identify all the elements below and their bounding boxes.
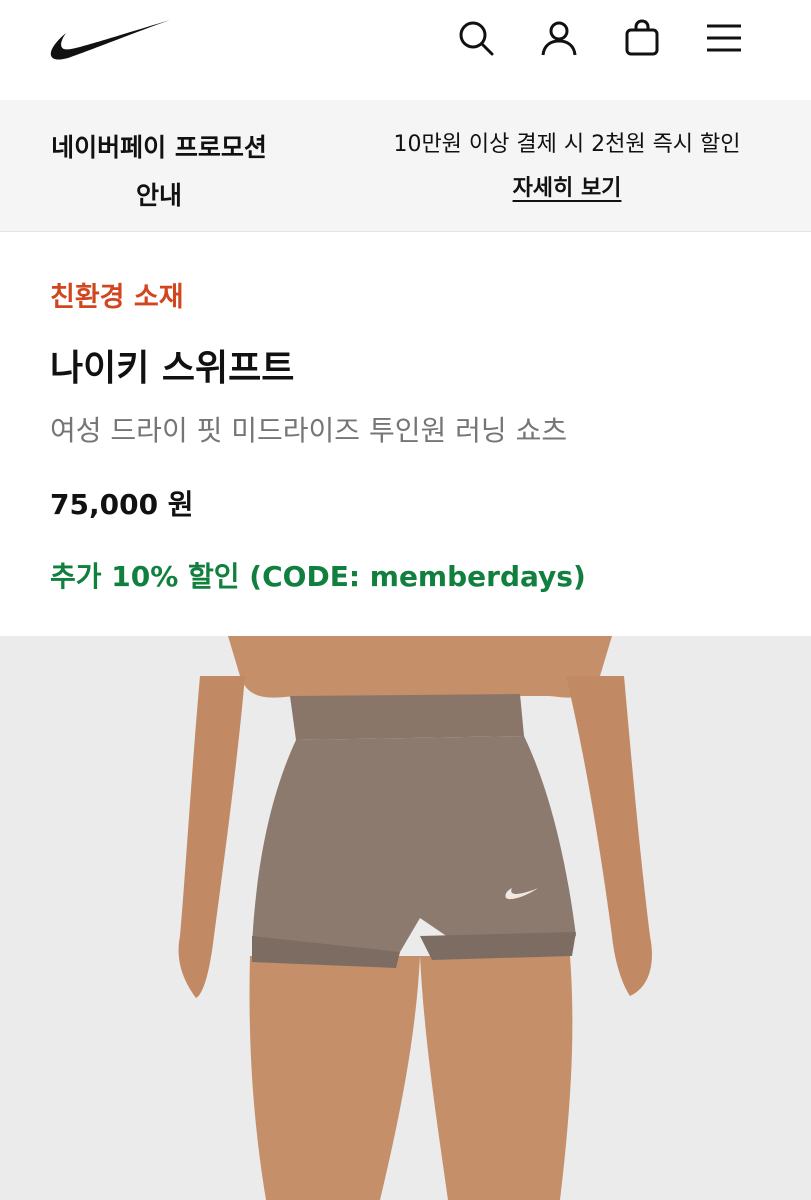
discount-code: 추가 10% 할인 (CODE: memberdays) (50, 560, 586, 593)
product-info: 친환경 소재 나이키 스위프트 여성 드라이 핏 미드라이즈 투인원 러닝 쇼츠… (0, 233, 811, 636)
eco-badge: 친환경 소재 (50, 282, 184, 313)
user-icon[interactable] (537, 16, 581, 60)
product-price: 75,000 원 (50, 488, 194, 521)
product-photo[interactable] (0, 636, 811, 1200)
promo-title-line1: 네이버페이 프로모션 (51, 133, 267, 162)
menu-icon[interactable] (702, 16, 746, 60)
promo-details-link[interactable]: 자세히 보기 (513, 170, 622, 202)
nike-logo[interactable] (46, 16, 174, 64)
shorts-illustration (0, 636, 811, 1200)
promo-title: 네이버페이 프로모션 안내 (20, 124, 298, 220)
promo-title-line2: 안내 (135, 181, 182, 210)
product-name: 나이키 스위프트 (50, 348, 295, 389)
top-header (0, 0, 811, 100)
promo-text: 10만원 이상 결제 시 2천원 즉시 할인 (393, 132, 741, 157)
promo-details: 10만원 이상 결제 시 2천원 즉시 할인 자세히 보기 (360, 126, 774, 202)
promo-banner: 네이버페이 프로모션 안내 10만원 이상 결제 시 2천원 즉시 할인 자세히… (0, 100, 811, 232)
product-subtitle: 여성 드라이 핏 미드라이즈 투인원 러닝 쇼츠 (50, 414, 568, 447)
search-icon[interactable] (454, 16, 498, 60)
bag-icon[interactable] (620, 16, 664, 60)
swoosh-icon (50, 20, 170, 60)
